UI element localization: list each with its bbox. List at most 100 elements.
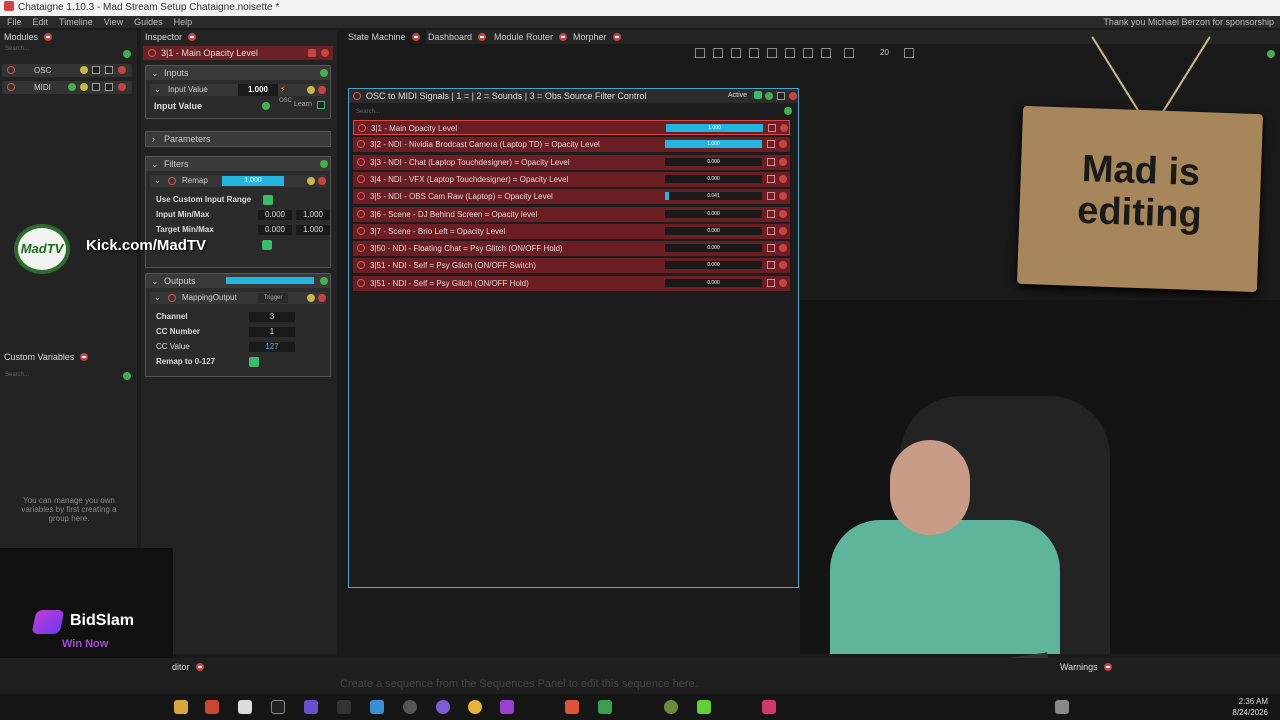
align-top-icon[interactable] (749, 48, 759, 58)
close-icon[interactable] (411, 33, 420, 41)
app-icon[interactable] (205, 700, 219, 714)
select-checkbox[interactable] (767, 157, 775, 166)
close-icon[interactable] (80, 353, 89, 361)
menu-guides[interactable]: Guides (134, 16, 163, 28)
minimize-icon[interactable] (777, 92, 785, 100)
mapping-output-row[interactable]: ⌄ MappingOutput Trigger (150, 292, 326, 304)
learn-toggle[interactable] (317, 101, 325, 109)
remove-icon[interactable] (318, 294, 326, 302)
power-icon[interactable] (358, 124, 366, 132)
mapping-row[interactable]: 3|4 - NDI - VFX (Laptop Touchdesigner) =… (353, 171, 790, 187)
remap-row[interactable]: ⌄ Remap 1.000 (150, 175, 326, 187)
window-header[interactable]: OSC to MIDI Signals | 1 = | 2 = Sounds |… (349, 89, 798, 103)
power-icon[interactable] (357, 140, 365, 149)
app-icon[interactable] (664, 700, 678, 714)
power-icon[interactable] (168, 294, 176, 302)
remove-icon[interactable] (779, 209, 787, 218)
select-checkbox[interactable] (767, 140, 775, 149)
select-checkbox[interactable] (767, 261, 775, 270)
power-icon[interactable] (7, 83, 15, 91)
target-min-field[interactable]: 0.000 (258, 225, 292, 235)
distribute-v-icon[interactable] (821, 48, 831, 58)
remap-127-toggle[interactable] (249, 357, 259, 367)
value-bar[interactable]: 1.000 (665, 140, 762, 149)
target-max-field[interactable]: 1.000 (296, 225, 330, 235)
add-input-icon[interactable] (320, 69, 328, 77)
cc-value-field[interactable]: 127 (249, 342, 295, 352)
filters-header[interactable]: ⌄ Filters (146, 157, 330, 171)
close-icon[interactable] (478, 33, 487, 41)
inputs-header[interactable]: ⌄ Inputs (146, 66, 330, 80)
align-middle-icon[interactable] (767, 48, 777, 58)
cc-number-field[interactable]: 1 (249, 327, 295, 337)
filter-toggle[interactable] (262, 240, 272, 250)
power-icon[interactable] (357, 244, 365, 253)
custom-variables-search[interactable]: Search... (0, 370, 137, 380)
remove-icon[interactable] (779, 174, 787, 183)
value-bar[interactable]: 0.000 (665, 226, 762, 235)
active-toggle[interactable] (754, 91, 762, 99)
tab-morpher[interactable]: Morpher (567, 30, 627, 44)
menu-edit[interactable]: Edit (33, 16, 49, 28)
align-left-icon[interactable] (695, 48, 705, 58)
modules-tab[interactable]: Modules (0, 30, 137, 44)
power-icon[interactable] (357, 174, 365, 183)
power-icon[interactable] (357, 278, 365, 287)
align-center-icon[interactable] (713, 48, 723, 58)
value-bar[interactable]: 0.000 (665, 174, 762, 183)
sequence-editor-tab[interactable]: ditor (172, 660, 204, 674)
value-bar[interactable]: 0.000 (665, 278, 762, 287)
app-icon[interactable] (238, 700, 252, 714)
select-checkbox[interactable] (767, 174, 775, 183)
close-icon[interactable] (1103, 663, 1112, 671)
custom-variables-tab[interactable]: Custom Variables (0, 350, 137, 364)
folder-icon[interactable] (174, 700, 188, 714)
select-checkbox[interactable] (767, 278, 775, 287)
value-bar[interactable]: 1.000 (666, 124, 763, 132)
mapping-row[interactable]: 3|1 - Main Opacity Level 1.000 (353, 120, 790, 135)
select-checkbox[interactable] (767, 244, 775, 253)
power-icon[interactable] (357, 157, 365, 166)
power-icon[interactable] (353, 92, 361, 100)
app-icon[interactable] (370, 700, 384, 714)
remove-icon[interactable] (318, 177, 326, 185)
close-icon[interactable] (195, 663, 204, 671)
value-bar[interactable]: 0.000 (665, 209, 762, 218)
close-icon[interactable] (559, 33, 568, 41)
app-icon[interactable] (1055, 700, 1069, 714)
input-value-field[interactable]: 1.000 (238, 84, 278, 96)
add-module-icon[interactable] (123, 50, 131, 58)
x-icon[interactable] (271, 700, 285, 714)
remove-icon[interactable] (779, 140, 787, 149)
app-icon[interactable] (598, 700, 612, 714)
power-icon[interactable] (357, 192, 365, 201)
add-filter-icon[interactable] (320, 160, 328, 168)
close-icon[interactable] (44, 33, 53, 41)
remove-icon[interactable] (779, 157, 787, 166)
mapping-row[interactable]: 3|50 - NDI - Floating Chat = Psy Glitch … (353, 241, 790, 257)
brave-icon[interactable] (565, 700, 579, 714)
remap-value-bar[interactable]: 1.000 (222, 176, 284, 186)
app-icon[interactable] (403, 700, 417, 714)
app-icon[interactable] (436, 700, 450, 714)
remove-icon[interactable] (779, 226, 787, 235)
mapping-row[interactable]: 3|51 - NDI - Self = Psy Glitch (ON/OFF H… (353, 275, 790, 291)
osc-midi-window[interactable]: OSC to MIDI Signals | 1 = | 2 = Sounds |… (348, 88, 799, 588)
color-icon[interactable] (308, 49, 316, 57)
value-bar[interactable]: 0.000 (665, 244, 762, 253)
align-right-icon[interactable] (731, 48, 741, 58)
custom-range-toggle[interactable] (263, 195, 273, 205)
align-bottom-icon[interactable] (785, 48, 795, 58)
grid-icon[interactable] (844, 48, 854, 58)
select-checkbox[interactable] (767, 192, 775, 201)
value-bar[interactable]: 0.000 (665, 261, 762, 270)
remove-icon[interactable] (789, 92, 797, 100)
select-checkbox[interactable] (767, 226, 775, 235)
app-icon[interactable] (762, 700, 776, 714)
inspector-tab[interactable]: Inspector (141, 30, 337, 44)
value-bar[interactable]: 0.000 (665, 157, 762, 166)
value-bar[interactable]: 0.041 (665, 192, 762, 201)
remove-icon[interactable] (118, 66, 126, 74)
app-icon[interactable] (304, 700, 318, 714)
app-icon[interactable] (697, 700, 711, 714)
